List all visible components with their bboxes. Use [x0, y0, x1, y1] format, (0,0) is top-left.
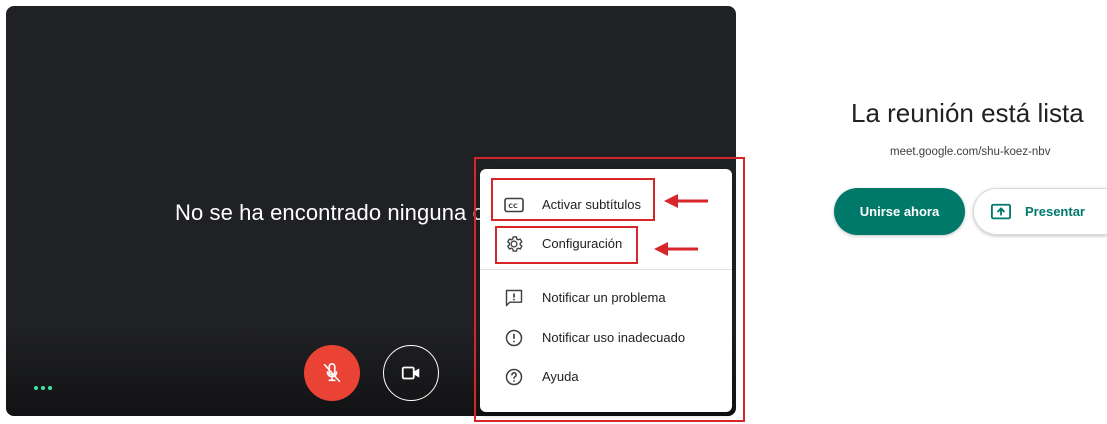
present-screen-icon — [990, 202, 1012, 225]
mic-off-icon — [323, 363, 341, 383]
annotation-captions-box — [491, 178, 655, 221]
videocam-icon — [401, 366, 420, 380]
present-button[interactable]: Presentar — [973, 188, 1107, 235]
more-options-button[interactable] — [34, 386, 52, 390]
microphone-toggle-button[interactable] — [304, 345, 360, 401]
page-title: La reunión está lista — [851, 98, 1084, 128]
meeting-link: meet.google.com/shu-koez-nbv — [890, 146, 1051, 158]
join-now-button[interactable]: Unirse ahora — [834, 188, 965, 235]
join-now-label: Unirse ahora — [859, 204, 940, 219]
annotation-settings-box — [495, 226, 638, 264]
annotation-arrow-icon — [654, 242, 698, 256]
more-horiz-icon — [34, 386, 38, 390]
annotation-arrow-icon — [664, 194, 708, 208]
camera-toggle-button[interactable] — [383, 345, 439, 401]
present-label: Presentar — [1025, 204, 1085, 219]
